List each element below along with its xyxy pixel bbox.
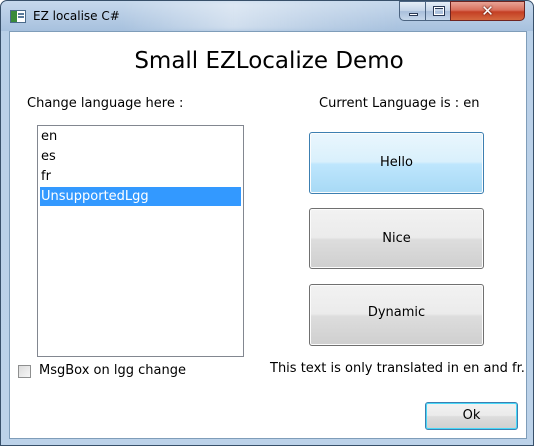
language-item-fr[interactable]: fr	[40, 167, 241, 186]
current-language-label: Current Language is : en	[319, 96, 480, 111]
minimize-icon	[409, 13, 418, 16]
maximize-icon	[433, 6, 445, 16]
minimize-button[interactable]	[399, 1, 426, 21]
window-app-icon[interactable]	[10, 10, 26, 23]
close-button[interactable]: ✕	[450, 1, 525, 21]
language-item-es[interactable]: es	[40, 147, 241, 166]
change-language-label: Change language here :	[27, 96, 184, 111]
msgbox-checkbox[interactable]	[18, 365, 31, 378]
nice-button[interactable]: Nice	[309, 208, 484, 269]
app-window: EZ localise C# ✕ Small EZLocalize Demo C…	[0, 0, 534, 446]
maximize-button[interactable]	[425, 1, 451, 21]
dynamic-button[interactable]: Dynamic	[309, 284, 484, 346]
page-title: Small EZLocalize Demo	[134, 48, 404, 74]
window-title: EZ localise C#	[33, 9, 120, 23]
translation-note: This text is only translated in en and f…	[270, 361, 525, 376]
language-listbox[interactable]: en es fr UnsupportedLgg	[37, 125, 244, 357]
caption-buttons: ✕	[399, 1, 525, 22]
dialog-content: Small EZLocalize Demo Change language he…	[9, 31, 527, 439]
language-item-en[interactable]: en	[40, 127, 241, 146]
ok-button[interactable]: Ok	[425, 402, 518, 430]
msgbox-checkbox-label[interactable]: MsgBox on lgg change	[39, 363, 186, 378]
hello-button[interactable]: Hello	[309, 132, 484, 194]
language-item-unsupported[interactable]: UnsupportedLgg	[40, 187, 241, 206]
close-icon: ✕	[481, 2, 494, 20]
